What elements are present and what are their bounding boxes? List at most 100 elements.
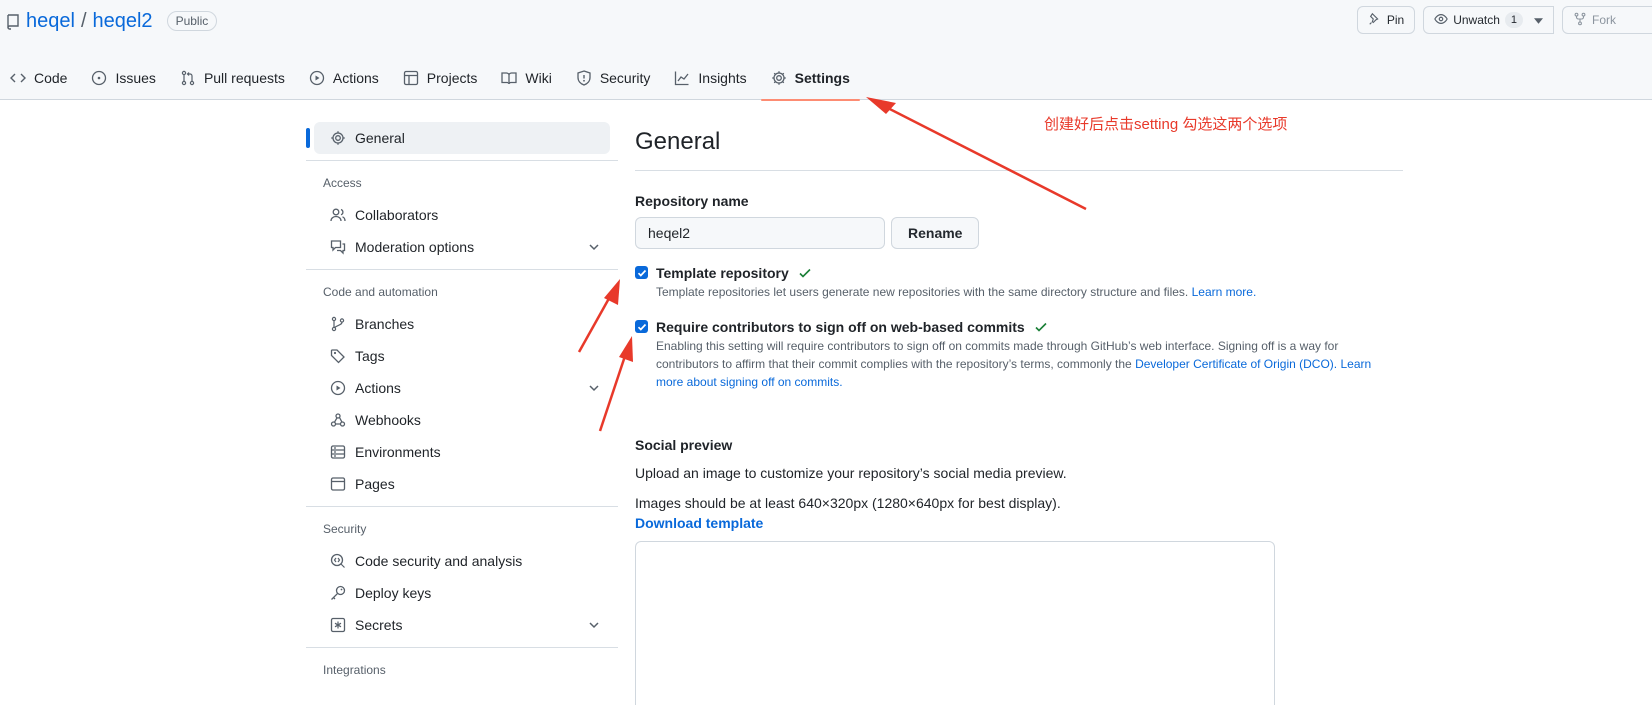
sidebar-item-label: Moderation options — [355, 239, 475, 255]
option-body: Template repository Template repositorie… — [656, 263, 1405, 301]
sidebar-item-label: Secrets — [355, 617, 403, 633]
sidebar-item-actions[interactable]: Actions — [314, 372, 610, 404]
sidebar-item-branches[interactable]: Branches — [314, 308, 610, 340]
signoff-option: Require contributors to sign off on web-… — [635, 317, 1405, 391]
tab-pull-requests[interactable]: Pull requests — [168, 56, 297, 100]
option-title: Template repository — [656, 263, 1405, 283]
download-template-link[interactable]: Download template — [635, 513, 1405, 533]
play-icon — [309, 70, 325, 86]
book-icon — [501, 70, 518, 86]
learn-more-link[interactable]: Learn more. — [1192, 285, 1257, 299]
repo-name-input[interactable] — [635, 217, 885, 249]
sidebar-item-collaborators[interactable]: Collaborators — [314, 199, 610, 231]
sidebar-heading-access: Access — [323, 176, 362, 190]
sidebar-item-label: Deploy keys — [355, 585, 432, 601]
repo-separator: / — [80, 9, 87, 32]
tab-projects[interactable]: Projects — [391, 56, 490, 100]
sidebar-item-general[interactable]: General — [306, 122, 610, 154]
check-icon — [797, 265, 813, 281]
sidebar-divider — [306, 160, 618, 161]
shield-icon — [576, 70, 592, 86]
sidebar-item-moderation[interactable]: Moderation options — [314, 231, 610, 263]
template-repository-title: Template repository — [656, 265, 789, 281]
social-preview-size-note: Images should be at least 640×320px (128… — [635, 495, 1061, 511]
unwatch-group: Unwatch 1 — [1423, 6, 1554, 34]
tab-insights[interactable]: Insights — [662, 56, 758, 100]
tab-wiki[interactable]: Wiki — [489, 56, 563, 100]
tab-code[interactable]: Code — [0, 56, 79, 100]
sidebar-heading-security: Security — [323, 522, 367, 536]
signoff-checkbox[interactable] — [635, 320, 648, 333]
tab-label: Pull requests — [203, 70, 285, 86]
repo-owner-link[interactable]: heqel — [26, 10, 75, 33]
people-icon — [330, 207, 346, 223]
unwatch-button[interactable]: Unwatch 1 — [1423, 6, 1554, 34]
tab-actions[interactable]: Actions — [297, 56, 391, 100]
fork-button[interactable]: Fork — [1562, 6, 1652, 34]
sidebar-item-label: Code security and analysis — [355, 553, 523, 569]
annotation-text: 创建好后点击setting 勾选这两个选项 — [1044, 116, 1288, 133]
sidebar-heading-code: Code and automation — [323, 285, 438, 299]
sidebar-item-secrets[interactable]: Secrets — [314, 609, 610, 641]
social-preview-description: Upload an image to customize your reposi… — [635, 465, 1067, 481]
repo-name-link[interactable]: heqel2 — [93, 10, 153, 33]
tab-label: Insights — [698, 70, 747, 86]
sidebar-item-label: Environments — [355, 444, 441, 460]
tag-icon — [330, 348, 346, 364]
fork-group: Fork — [1562, 6, 1652, 34]
chevron-down-icon — [586, 380, 602, 396]
tab-security[interactable]: Security — [564, 56, 663, 100]
chevron-down-icon — [586, 617, 602, 633]
option-body: Require contributors to sign off on web-… — [656, 317, 1405, 391]
sidebar-heading-integrations: Integrations — [323, 663, 386, 677]
title-divider — [635, 170, 1403, 171]
chevron-down-icon — [586, 239, 602, 255]
check-icon — [1033, 319, 1049, 335]
settings-main: General Repository name Rename Template … — [635, 122, 1405, 705]
sidebar-item-tags[interactable]: Tags — [314, 340, 610, 372]
tab-label: Issues — [115, 70, 156, 86]
sidebar-item-webhooks[interactable]: Webhooks — [314, 404, 610, 436]
repo-tabs: Code Issues Pull requests Actions Projec… — [0, 56, 862, 101]
repo-name-row: Rename — [635, 217, 1405, 249]
repo-icon — [6, 13, 20, 30]
unwatch-label: Unwatch — [1453, 13, 1500, 27]
branch-icon — [330, 316, 346, 332]
settings-sidebar: General Access Collaborators Moderation … — [306, 122, 618, 686]
gear-icon — [771, 70, 787, 86]
tab-label: Projects — [426, 70, 478, 86]
dco-link[interactable]: Developer Certificate of Origin (DCO). — [1135, 357, 1337, 371]
caret-down-icon — [1534, 13, 1543, 27]
sidebar-item-deploy-keys[interactable]: Deploy keys — [314, 577, 610, 609]
visibility-badge: Public — [166, 11, 218, 31]
sidebar-item-label: Tags — [355, 348, 385, 364]
tab-label: Code — [34, 70, 68, 86]
graph-icon — [674, 70, 690, 86]
social-preview-dropzone[interactable] — [635, 541, 1275, 705]
sidebar-item-code-security[interactable]: Code security and analysis — [314, 545, 610, 577]
sidebar-item-environments[interactable]: Environments — [314, 436, 610, 468]
pin-button[interactable]: Pin — [1356, 6, 1416, 34]
code-icon — [10, 70, 26, 86]
tab-issues[interactable]: Issues — [79, 56, 167, 100]
sidebar-item-label: Branches — [355, 316, 415, 332]
repo-name-label: Repository name — [635, 193, 749, 209]
issue-icon — [91, 70, 107, 86]
codescan-icon — [330, 553, 346, 569]
tab-settings[interactable]: Settings — [759, 56, 862, 101]
key-icon — [330, 585, 346, 601]
fork-icon — [1573, 12, 1587, 29]
template-repository-checkbox[interactable] — [635, 266, 648, 279]
watch-count: 1 — [1504, 12, 1523, 28]
comment-discussion-icon — [330, 239, 346, 255]
fork-label: Fork — [1592, 13, 1616, 27]
rename-button[interactable]: Rename — [891, 217, 980, 249]
tab-label: Wiki — [525, 70, 552, 86]
eye-icon — [1434, 12, 1448, 29]
tab-label: Security — [599, 70, 651, 86]
sidebar-item-pages[interactable]: Pages — [314, 468, 610, 500]
webhook-icon — [330, 412, 346, 428]
play-icon — [330, 380, 346, 396]
repo-actions: Pin Unwatch 1 Fork — [1356, 6, 1652, 34]
pin-icon — [1368, 12, 1382, 29]
